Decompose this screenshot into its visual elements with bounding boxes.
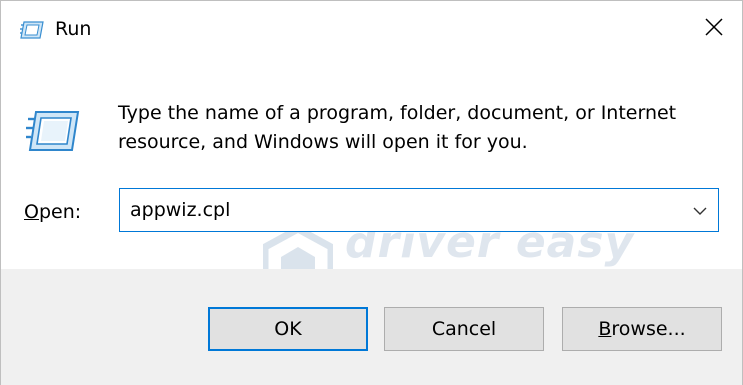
browse-button-accelerator: B (598, 318, 612, 340)
close-button[interactable] (694, 9, 734, 49)
button-bar: OK Cancel Browse... (1, 269, 742, 385)
window-title: Run (55, 18, 92, 40)
title-bar[interactable]: Run (1, 1, 742, 57)
run-icon (20, 20, 44, 40)
browse-button[interactable]: Browse... (562, 307, 722, 351)
prompt-line-2: resource, and Windows will open it for y… (118, 131, 528, 153)
open-combobox[interactable] (119, 188, 719, 232)
prompt-text: Type the name of a program, folder, docu… (118, 99, 718, 157)
ok-button[interactable]: OK (208, 307, 368, 351)
prompt-line-1: Type the name of a program, folder, docu… (118, 102, 677, 124)
run-dialog: Run Type the name of a program, folder, (0, 0, 743, 385)
open-label-accelerator: O (24, 201, 39, 223)
browse-button-label: rowse... (611, 318, 686, 340)
dialog-body: Type the name of a program, folder, docu… (1, 57, 742, 307)
open-label-text: pen: (38, 201, 82, 223)
open-label: Open: (24, 200, 81, 224)
run-icon (26, 109, 80, 153)
close-icon (705, 18, 723, 40)
cancel-button[interactable]: Cancel (384, 307, 544, 351)
open-input[interactable] (120, 189, 690, 231)
cancel-button-label: Cancel (431, 318, 497, 340)
dropdown-button[interactable] (682, 189, 718, 231)
ok-button-label: OK (274, 318, 302, 340)
chevron-down-icon (693, 201, 707, 220)
